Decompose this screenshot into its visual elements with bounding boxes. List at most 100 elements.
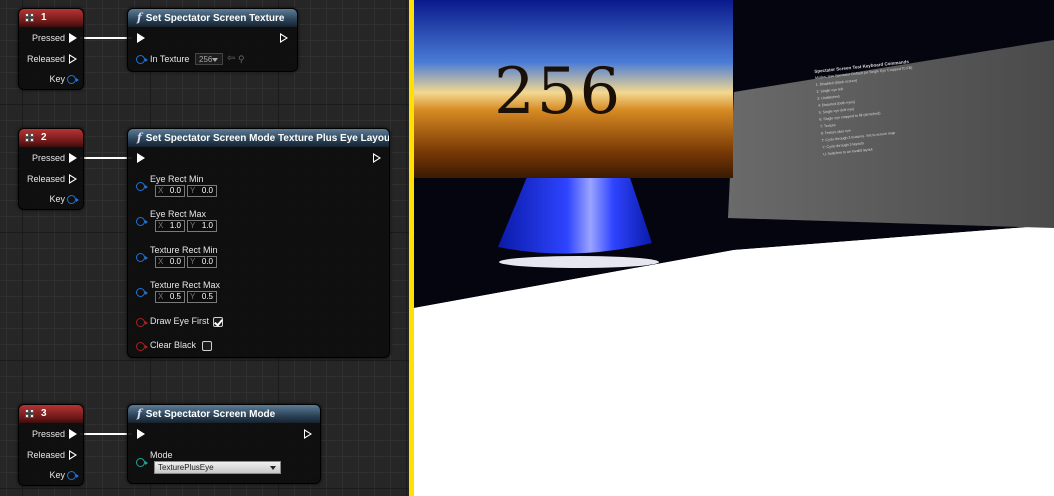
node-title: Set Spectator Screen Mode Texture Plus E… bbox=[145, 133, 389, 144]
exec-wire bbox=[80, 157, 132, 159]
vr-spectator-viewport: 256 Spectator Screen Test Keyboard Comma… bbox=[414, 0, 1054, 496]
blueprint-graph[interactable]: 1 Pressed Released Key 2 Pressed Release… bbox=[0, 0, 409, 496]
texture-rect-min-pin[interactable] bbox=[136, 253, 148, 262]
screen: 1 Pressed Released Key 2 Pressed Release… bbox=[0, 0, 1054, 496]
texture-rect-max-pin[interactable] bbox=[136, 288, 148, 297]
eye-rect-min-x-field[interactable]: X 0.0 bbox=[155, 185, 185, 197]
x-value: 0.5 bbox=[169, 292, 181, 301]
released-label: Released bbox=[26, 174, 65, 184]
node-header: f Set Spectator Screen Mode bbox=[128, 405, 320, 423]
key-event-node-2[interactable]: 2 Pressed Released Key bbox=[18, 128, 84, 210]
x-axis-label: X bbox=[158, 257, 164, 266]
x-axis-label: X bbox=[158, 292, 164, 301]
y-value: 0.5 bbox=[201, 292, 213, 301]
node-header: 3 bbox=[19, 405, 83, 423]
mode-dropdown[interactable]: TexturePlusEye bbox=[154, 461, 281, 474]
exec-wire bbox=[80, 433, 132, 435]
keyboard-event-icon bbox=[25, 13, 35, 23]
chevron-down-icon bbox=[270, 466, 276, 470]
key-data-pin[interactable] bbox=[67, 195, 79, 204]
node-header: 1 bbox=[19, 9, 83, 27]
y-value: 1.0 bbox=[201, 221, 213, 230]
key-data-pin[interactable] bbox=[67, 471, 79, 480]
set-spectator-screen-texture-node[interactable]: f Set Spectator Screen Texture In Texture… bbox=[127, 8, 298, 72]
x-value: 1.0 bbox=[169, 221, 181, 230]
x-axis-label: X bbox=[158, 221, 164, 230]
eye-rect-max-y-field[interactable]: Y 1.0 bbox=[187, 220, 217, 232]
pressed-label: Pressed bbox=[31, 153, 65, 163]
function-icon: f bbox=[137, 11, 142, 24]
released-label: Released bbox=[26, 450, 65, 460]
y-axis-label: Y bbox=[190, 186, 196, 195]
function-icon: f bbox=[137, 131, 142, 144]
texture-rect-max-x-field[interactable]: X 0.5 bbox=[155, 291, 185, 303]
y-value: 0.0 bbox=[201, 186, 213, 195]
pressed-exec-pin[interactable] bbox=[69, 153, 77, 163]
node-title: Set Spectator Screen Texture bbox=[145, 13, 285, 24]
texture-rect-min-y-field[interactable]: Y 0.0 bbox=[187, 256, 217, 268]
pressed-exec-pin[interactable] bbox=[69, 33, 77, 43]
eye-rect-min-y-field[interactable]: Y 0.0 bbox=[187, 185, 217, 197]
released-exec-pin[interactable] bbox=[69, 174, 77, 184]
draw-eye-first-checkbox[interactable] bbox=[213, 317, 223, 327]
keyboard-event-icon bbox=[25, 409, 35, 419]
keyboard-event-icon bbox=[25, 133, 35, 143]
key-event-node-3[interactable]: 3 Pressed Released Key bbox=[18, 404, 84, 486]
texture-rect-min-label: Texture Rect Min bbox=[150, 245, 218, 255]
draw-eye-first-label: Draw Eye First bbox=[150, 316, 210, 326]
event-key-title: 1 bbox=[41, 12, 47, 23]
pressed-exec-pin[interactable] bbox=[69, 429, 77, 439]
texture-number-label: 256 bbox=[494, 55, 623, 129]
texture-asset-picker[interactable]: 256 bbox=[195, 53, 223, 65]
exec-in-pin[interactable] bbox=[137, 429, 145, 439]
node-header: f Set Spectator Screen Mode Texture Plus … bbox=[128, 129, 389, 147]
function-icon: f bbox=[137, 407, 142, 420]
x-value: 0.0 bbox=[169, 257, 181, 266]
cone-shadow bbox=[499, 256, 659, 268]
x-value: 0.0 bbox=[169, 186, 181, 195]
node-title: Set Spectator Screen Mode bbox=[145, 409, 276, 420]
node-header: f Set Spectator Screen Texture bbox=[128, 9, 297, 27]
exec-out-pin[interactable] bbox=[373, 153, 381, 163]
eye-rect-max-x-field[interactable]: X 1.0 bbox=[155, 220, 185, 232]
use-selected-arrow-icon[interactable]: ⇦ bbox=[227, 53, 235, 65]
eye-rect-max-pin[interactable] bbox=[136, 217, 148, 226]
in-texture-label: In Texture bbox=[150, 54, 190, 64]
exec-out-pin[interactable] bbox=[304, 429, 312, 439]
clear-black-label: Clear Black bbox=[150, 340, 197, 350]
exec-wire bbox=[80, 37, 132, 39]
mode-pin[interactable] bbox=[136, 458, 148, 467]
set-spectator-screen-mode-node[interactable]: f Set Spectator Screen Mode Mode TextureP… bbox=[127, 404, 321, 484]
draw-eye-first-pin[interactable] bbox=[136, 318, 148, 327]
eye-rect-min-label: Eye Rect Min bbox=[150, 174, 204, 184]
node-header: 2 bbox=[19, 129, 83, 147]
key-label: Key bbox=[49, 470, 65, 480]
y-axis-label: Y bbox=[190, 221, 196, 230]
clear-black-checkbox[interactable] bbox=[202, 341, 212, 351]
exec-in-pin[interactable] bbox=[137, 33, 145, 43]
y-axis-label: Y bbox=[190, 292, 196, 301]
exec-in-pin[interactable] bbox=[137, 153, 145, 163]
y-axis-label: Y bbox=[190, 257, 196, 266]
texture-asset-value: 256 bbox=[199, 55, 213, 64]
pressed-label: Pressed bbox=[31, 33, 65, 43]
in-texture-pin[interactable] bbox=[136, 55, 148, 64]
texture-rect-min-x-field[interactable]: X 0.0 bbox=[155, 256, 185, 268]
texture-rect-max-y-field[interactable]: Y 0.5 bbox=[187, 291, 217, 303]
clear-black-pin[interactable] bbox=[136, 342, 148, 351]
released-exec-pin[interactable] bbox=[69, 54, 77, 64]
set-spectator-screen-mode-texture-plus-eye-layout-node[interactable]: f Set Spectator Screen Mode Texture Plus … bbox=[127, 128, 390, 358]
exec-out-pin[interactable] bbox=[280, 33, 288, 43]
key-label: Key bbox=[49, 194, 65, 204]
key-event-node-1[interactable]: 1 Pressed Released Key bbox=[18, 8, 84, 90]
mode-label: Mode bbox=[150, 450, 173, 460]
eye-rect-max-label: Eye Rect Max bbox=[150, 209, 207, 219]
released-label: Released bbox=[26, 54, 65, 64]
key-data-pin[interactable] bbox=[67, 75, 79, 84]
browse-search-icon[interactable]: ⚲ bbox=[238, 53, 245, 65]
x-axis-label: X bbox=[158, 186, 164, 195]
eye-rect-min-pin[interactable] bbox=[136, 182, 148, 191]
mode-value: TexturePlusEye bbox=[158, 463, 214, 472]
released-exec-pin[interactable] bbox=[69, 450, 77, 460]
texture-rect-max-label: Texture Rect Max bbox=[150, 280, 221, 290]
